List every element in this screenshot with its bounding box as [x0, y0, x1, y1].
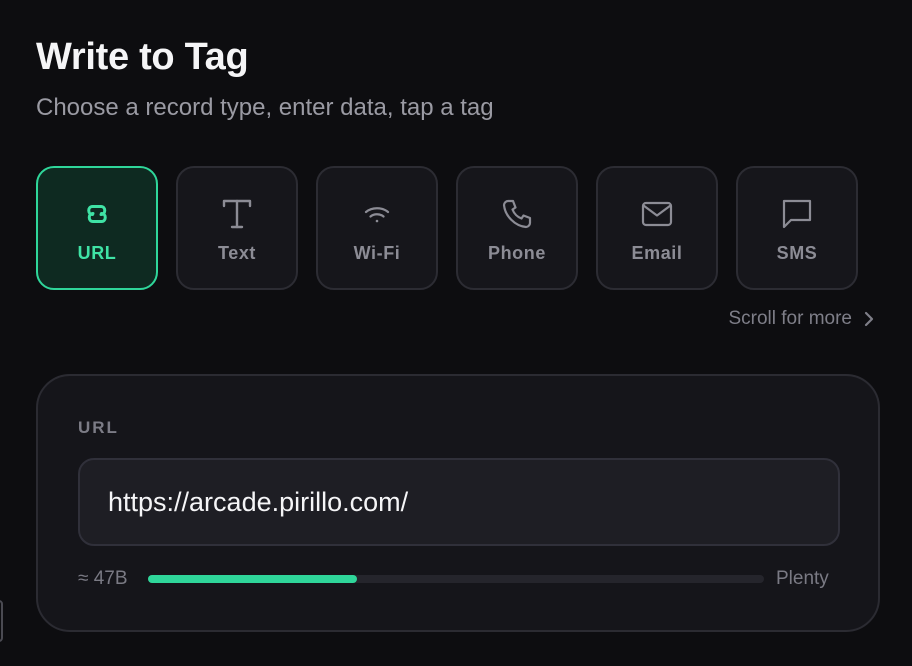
url-input[interactable] — [78, 458, 840, 546]
record-type-label: Phone — [487, 242, 546, 263]
field-label: URL — [78, 418, 119, 437]
text-icon — [220, 197, 254, 231]
chevron-right-icon — [864, 311, 874, 327]
scroll-for-more-hint[interactable]: Scroll for more — [728, 308, 876, 330]
record-type-email[interactable]: Email — [596, 166, 718, 290]
capacity-bar-fill — [148, 575, 358, 583]
capacity-meter: ≈ 47B Plenty — [78, 566, 840, 592]
record-type-phone[interactable]: Phone — [456, 166, 578, 290]
link-icon — [80, 197, 114, 231]
record-type-url[interactable]: URL — [36, 166, 158, 290]
payload-size: ≈ 47B — [78, 568, 128, 589]
scroll-hint-label: Scroll for more — [728, 308, 852, 329]
message-icon — [780, 197, 814, 231]
phone-icon — [500, 197, 534, 231]
record-editor-card: URL ≈ 47B Plenty — [36, 374, 880, 632]
capacity-bar — [148, 575, 764, 583]
envelope-icon — [640, 197, 674, 231]
page-subtitle: Choose a record type, enter data, tap a … — [36, 94, 494, 121]
wifi-icon — [360, 197, 394, 231]
record-type-wifi[interactable]: Wi-Fi — [316, 166, 438, 290]
page-title: Write to Tag — [36, 36, 249, 78]
record-type-label: Text — [217, 242, 257, 263]
side-panel-handle[interactable] — [0, 600, 3, 642]
record-type-selector: URL Text Wi-Fi Phone Email SMS — [36, 166, 858, 290]
capacity-status: Plenty — [776, 568, 829, 589]
record-type-sms[interactable]: SMS — [736, 166, 858, 290]
record-type-label: SMS — [776, 242, 818, 263]
write-to-tag-screen: Write to Tag Choose a record type, enter… — [0, 0, 912, 666]
record-type-label: URL — [77, 242, 117, 263]
record-type-label: Email — [631, 242, 683, 263]
record-type-label: Wi-Fi — [353, 242, 401, 263]
record-type-text[interactable]: Text — [176, 166, 298, 290]
